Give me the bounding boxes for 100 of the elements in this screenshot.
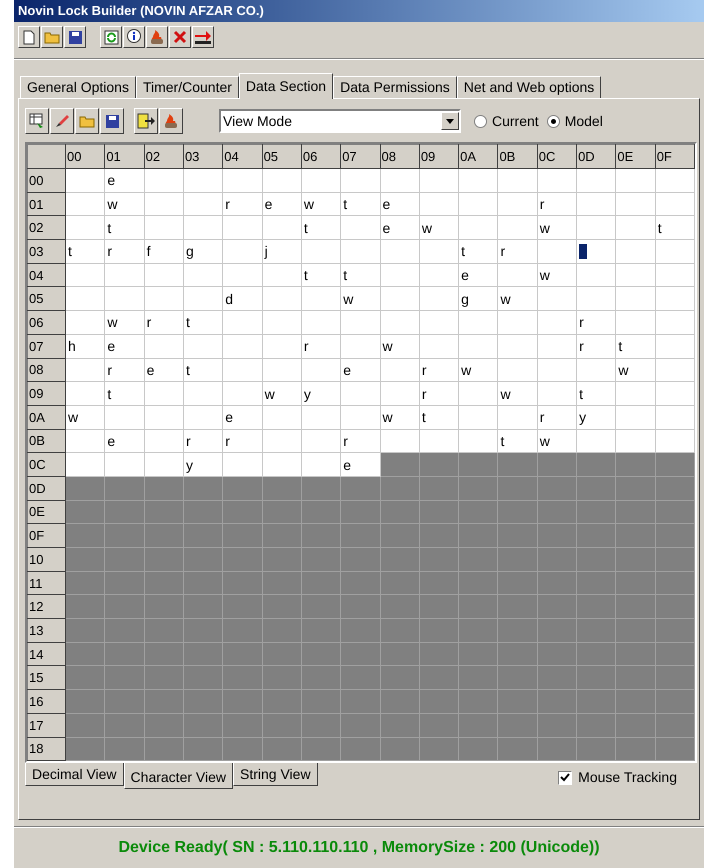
cell-character: e — [225, 409, 234, 426]
cell-character: w — [382, 409, 393, 426]
row-header: 08 — [28, 358, 66, 382]
tab[interactable]: Timer/Counter — [136, 76, 239, 98]
cell-character: e — [343, 456, 351, 473]
cell-character: r — [579, 314, 584, 330]
cell-character: w — [343, 290, 354, 307]
cell-character: w — [500, 290, 511, 307]
view-mode-value: View Mode — [222, 112, 294, 130]
cell-character: r — [186, 432, 191, 449]
tab[interactable]: Net and Web options — [456, 76, 602, 98]
cell-character: w — [382, 338, 393, 354]
cell-character: w — [618, 362, 628, 378]
row-header: 14 — [28, 642, 66, 666]
info-icon — [126, 29, 142, 45]
column-header: 0C — [537, 144, 577, 168]
cell-character: j — [264, 243, 268, 260]
cell-character: e — [343, 362, 351, 378]
cell-character: r — [422, 362, 426, 378]
new-file-button[interactable] — [18, 26, 40, 48]
disconnect-button[interactable] — [169, 26, 191, 48]
view-tab[interactable]: Decimal View — [25, 763, 124, 786]
save-data-button[interactable] — [100, 108, 124, 134]
row-header: 13 — [28, 618, 66, 642]
cell-character: w — [540, 432, 550, 449]
cell-character: w — [107, 314, 118, 330]
refresh-icon — [104, 30, 118, 44]
cell-character: t — [304, 220, 308, 236]
row-header: 12 — [28, 594, 66, 619]
row-header: 17 — [28, 713, 66, 737]
radio-button[interactable] — [474, 114, 487, 128]
column-header: 05 — [262, 144, 302, 168]
cell-character: r — [304, 338, 309, 354]
cell-character: w — [422, 220, 432, 236]
radio-button[interactable] — [546, 114, 560, 128]
cell-character: e — [382, 196, 390, 212]
exit-button[interactable] — [192, 26, 214, 48]
row-header: 01 — [28, 192, 66, 216]
corner-header — [28, 144, 66, 168]
row-header: 07 — [28, 334, 66, 358]
tab[interactable]: Data Section — [238, 73, 334, 99]
cell-character: t — [500, 432, 504, 449]
document-icon — [23, 30, 35, 44]
row-header: 0B — [28, 429, 66, 453]
column-header: 09 — [419, 144, 459, 168]
export-button[interactable] — [134, 108, 158, 134]
cell-character: w — [68, 409, 78, 426]
open-button[interactable] — [41, 26, 63, 48]
cell-character: w — [264, 386, 275, 402]
load-button[interactable] — [75, 108, 99, 134]
cell-character: t — [658, 220, 662, 236]
status-text: Device Ready( SN : 5.110.110.110 , MemorySize : 200 (Unicode)) — [118, 838, 600, 858]
view-tab[interactable]: String View — [233, 763, 318, 786]
column-header: 00 — [66, 144, 105, 168]
cell-character: t — [304, 267, 308, 284]
cell-character: t — [68, 243, 72, 260]
cell-character: t — [579, 386, 583, 402]
table-view-button[interactable] — [25, 108, 49, 134]
cell-character: e — [107, 338, 116, 354]
table-icon — [29, 113, 45, 129]
column-header: 0F — [655, 144, 694, 168]
row-header: 04 — [28, 263, 66, 287]
cell-character: w — [540, 220, 550, 236]
save-button[interactable] — [64, 26, 86, 48]
cell-character: f — [146, 243, 151, 260]
row-header: 0A — [28, 405, 66, 430]
row-header: 00 — [28, 168, 66, 192]
cell-character: r — [225, 196, 230, 212]
clear-button[interactable] — [50, 108, 74, 134]
burn-button[interactable] — [146, 26, 168, 48]
cell-character: w — [107, 196, 118, 212]
tab[interactable]: Data Permissions — [333, 76, 457, 98]
info-button[interactable] — [123, 26, 145, 48]
cell-character: r — [146, 314, 152, 330]
burn-data-button[interactable] — [159, 108, 183, 134]
mouse-tracking-label: Mouse Tracking — [578, 768, 677, 788]
row-header: 10 — [28, 548, 66, 572]
column-header: 08 — [380, 144, 420, 168]
radio-label: Model — [564, 112, 603, 130]
refresh-button[interactable] — [100, 26, 122, 48]
cell-character: t — [107, 386, 112, 402]
row-header: 02 — [28, 216, 66, 240]
cell-character: r — [540, 196, 544, 212]
view-mode-dropdown[interactable]: View Mode — [219, 109, 461, 133]
cell-character: t — [343, 267, 348, 284]
column-header: 0B — [498, 144, 538, 168]
column-header: 02 — [144, 144, 184, 168]
cell-character: w — [500, 386, 511, 402]
cell-character: g — [461, 290, 469, 307]
view-tab[interactable]: Character View — [124, 763, 233, 790]
tab[interactable]: General Options — [20, 76, 136, 98]
cell-character: d — [225, 290, 234, 307]
cell-character: g — [186, 243, 194, 260]
row-header: 0C — [28, 452, 66, 476]
cell-character: r — [343, 432, 348, 449]
column-header: 03 — [183, 144, 223, 168]
cell-character: e — [107, 432, 116, 449]
mouse-tracking-checkbox[interactable] — [558, 770, 572, 785]
cell-character: r — [107, 243, 112, 260]
column-header: 07 — [340, 144, 380, 168]
